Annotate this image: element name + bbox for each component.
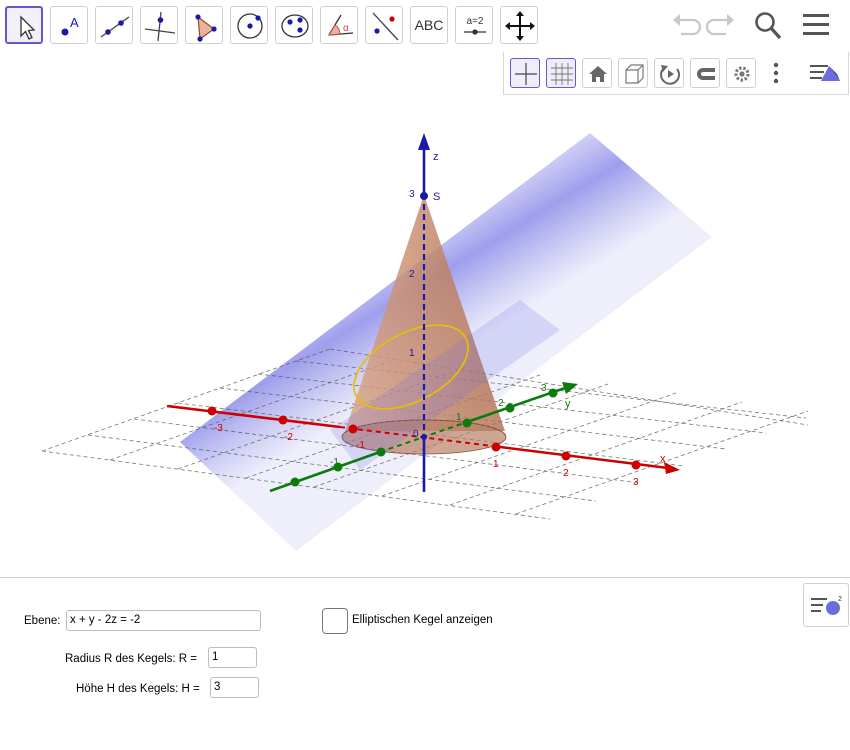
y-tick-label: 1 <box>456 412 462 423</box>
radius-label: Radius R des Kegels: R = <box>65 653 197 665</box>
svg-text:a=2: a=2 <box>467 16 484 27</box>
undo-button[interactable] <box>669 8 703 42</box>
hoehe-label: Höhe H des Kegels: H = <box>76 683 200 695</box>
x-tick-label: -1 <box>356 440 365 451</box>
elliptic-cone-checkbox-label: Elliptischen Kegel anzeigen <box>352 614 493 626</box>
stereo-glasses-button[interactable] <box>690 58 720 88</box>
standard-view-button[interactable] <box>582 58 612 88</box>
grid-icon <box>551 63 573 85</box>
text-tool-button[interactable]: ABC <box>410 6 448 44</box>
radius-input[interactable]: 1 <box>208 647 257 668</box>
x-tick-label: 3 <box>633 477 639 488</box>
line-tool-button[interactable] <box>95 6 133 44</box>
grid-toggle-button[interactable] <box>546 58 576 88</box>
rotate-view-button[interactable] <box>654 58 684 88</box>
z-tick-label: 3 <box>409 189 415 200</box>
cube-view-icon <box>625 64 644 84</box>
circle-tool-button[interactable] <box>230 6 268 44</box>
menu-icon <box>803 14 829 35</box>
search-button[interactable] <box>751 8 785 42</box>
x-tick-label: 1 <box>493 459 499 470</box>
view-toggle-button[interactable] <box>807 58 843 88</box>
reflect-tool-button[interactable] <box>365 6 403 44</box>
y-tick-label: -1 <box>330 457 339 468</box>
rotate-view-icon <box>660 65 680 85</box>
svg-text:α: α <box>343 23 349 34</box>
view-toggle-icon <box>810 65 840 81</box>
algebra-view-icon: 2 <box>811 596 842 615</box>
move-tool-button[interactable] <box>5 6 43 44</box>
polygon-tool-button[interactable] <box>185 6 223 44</box>
axes-icon <box>515 63 537 85</box>
origin-label: 0 <box>413 429 419 440</box>
settings-button[interactable] <box>726 58 756 88</box>
z-axis-label: z <box>433 151 439 163</box>
circle-with-axis-icon <box>237 13 263 39</box>
apex-label-s: S <box>433 191 440 203</box>
y-tick-label: 3 <box>541 383 547 394</box>
panel-divider <box>0 577 850 578</box>
search-icon <box>755 12 782 40</box>
elliptic-cone-checkbox[interactable] <box>322 608 348 634</box>
redo-icon <box>705 14 734 36</box>
svg-text:2: 2 <box>838 596 842 603</box>
move-arrow-icon <box>20 15 36 40</box>
settings-icon <box>734 66 750 82</box>
x-tick-label: 2 <box>563 468 569 479</box>
redo-button[interactable] <box>704 8 738 42</box>
graphics-style-bar <box>503 52 849 95</box>
perpendicular-line-icon <box>144 11 176 42</box>
angle-tool-button[interactable]: α <box>320 6 358 44</box>
svg-text:A: A <box>70 15 79 30</box>
slider-icon: a=2 <box>464 16 486 35</box>
glasses-icon <box>697 68 715 80</box>
polygon-icon <box>195 14 217 42</box>
perpendicular-line-tool-button[interactable] <box>140 6 178 44</box>
toolbar: A α ABC a=2 <box>0 0 850 52</box>
undo-icon <box>673 14 702 36</box>
view-direction-button[interactable] <box>618 58 648 88</box>
text-icon: ABC <box>414 17 444 33</box>
x-tick-label: -2 <box>284 432 293 443</box>
more-options-button[interactable] <box>768 58 784 88</box>
y-axis-label: y <box>565 398 571 410</box>
graphics-3d-view[interactable]: x y z S -3 -2 -1 1 2 3 -1 1 2 3 1 2 3 0 <box>0 52 850 577</box>
ebene-label: Ebene: <box>24 615 61 627</box>
reflect-point-icon <box>372 12 399 41</box>
move-view-icon <box>505 11 535 41</box>
ebene-input[interactable]: x + y - 2z = -2 <box>66 610 261 631</box>
x-axis-label: x <box>660 453 666 465</box>
axes-toggle-button[interactable] <box>510 58 540 88</box>
slider-tool-button[interactable]: a=2 <box>455 6 493 44</box>
more-icon <box>773 62 779 84</box>
move-view-tool-button[interactable] <box>500 6 538 44</box>
intersect-conics-icon <box>281 14 309 38</box>
y-tick-label: 2 <box>498 398 504 409</box>
x-tick-label: -3 <box>214 423 223 434</box>
angle-icon: α <box>328 14 354 36</box>
hoehe-input[interactable]: 3 <box>210 677 259 698</box>
z-tick-label: 1 <box>409 348 415 359</box>
point-icon: A <box>61 15 79 36</box>
point-tool-button[interactable]: A <box>50 6 88 44</box>
conic-tool-button[interactable] <box>275 6 313 44</box>
line-icon <box>100 16 130 38</box>
z-tick-label: 2 <box>409 269 415 280</box>
home-icon <box>589 66 607 82</box>
algebra-view-toggle-button[interactable]: 2 <box>803 583 849 627</box>
main-menu-button[interactable] <box>799 8 833 42</box>
